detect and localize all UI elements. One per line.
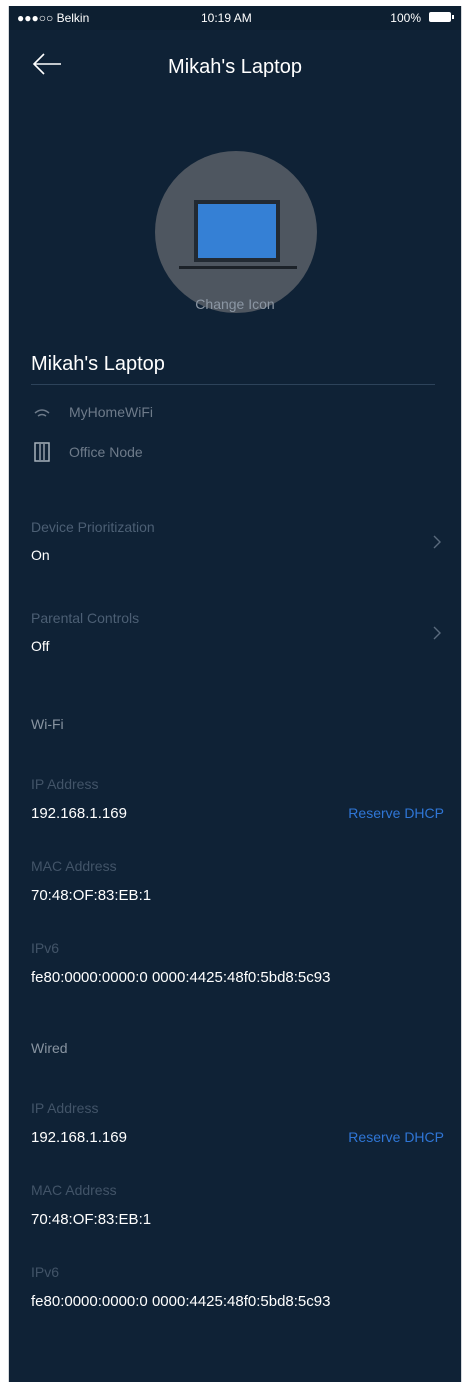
wifi-mac-label: MAC Address	[31, 858, 117, 874]
battery-percent: 100%	[390, 11, 421, 25]
wifi-mac-value: 70:48:OF:83:EB:1	[31, 887, 152, 904]
network-row: MyHomeWiFi	[31, 401, 231, 423]
wired-ipv6-label: IPv6	[31, 1264, 60, 1280]
battery-icon	[429, 12, 454, 22]
prioritization-value[interactable]: On	[31, 547, 50, 563]
wifi-ipv6-label: IPv6	[31, 940, 60, 956]
wifi-ip-label: IP Address	[31, 776, 99, 792]
chevron-right-icon[interactable]	[432, 626, 442, 640]
device-name-field[interactable]: Mikah's Laptop	[31, 353, 165, 376]
device-details-screen: ●●●○○ Belkin 10:19 AM 100% Mikah's Lapto…	[8, 6, 462, 1382]
page-title: Mikah's Laptop	[168, 56, 302, 78]
parental-controls-label: Parental Controls	[31, 610, 140, 626]
node-icon	[34, 442, 50, 462]
name-field-underline	[31, 384, 435, 385]
carrier-label: ●●●○○ Belkin	[17, 11, 90, 25]
wifi-ipv6-value: fe80:0000:0000:0 0000:4425:48f0:5bd8:5c9…	[31, 969, 331, 986]
parental-controls-value[interactable]: Off	[31, 638, 49, 654]
laptop-icon[interactable]	[173, 196, 303, 278]
wired-ip-value: 192.168.1.169	[31, 1129, 127, 1146]
wifi-reserve-dhcp-link[interactable]: Reserve DHCP	[348, 805, 444, 821]
status-bar: ●●●○○ Belkin 10:19 AM 100%	[9, 6, 461, 30]
wifi-ip-value: 192.168.1.169	[31, 805, 127, 822]
node-name: Office Node	[69, 444, 143, 460]
wired-ip-label: IP Address	[31, 1100, 99, 1116]
wifi-section-title: Wi-Fi	[31, 716, 64, 732]
wired-section-title: Wired	[31, 1040, 68, 1056]
wired-mac-value: 70:48:OF:83:EB:1	[31, 1211, 152, 1228]
wired-mac-label: MAC Address	[31, 1182, 117, 1198]
chevron-right-icon[interactable]	[432, 535, 442, 549]
prioritization-label: Device Prioritization	[31, 519, 155, 535]
node-row: Office Node	[31, 441, 231, 463]
wired-reserve-dhcp-link[interactable]: Reserve DHCP	[348, 1129, 444, 1145]
wifi-icon	[34, 409, 50, 417]
change-icon-link[interactable]: Change Icon	[9, 296, 461, 312]
wired-ipv6-value: fe80:0000:0000:0 0000:4425:48f0:5bd8:5c9…	[31, 1293, 331, 1310]
clock: 10:19 AM	[201, 11, 252, 25]
network-name: MyHomeWiFi	[69, 404, 153, 420]
